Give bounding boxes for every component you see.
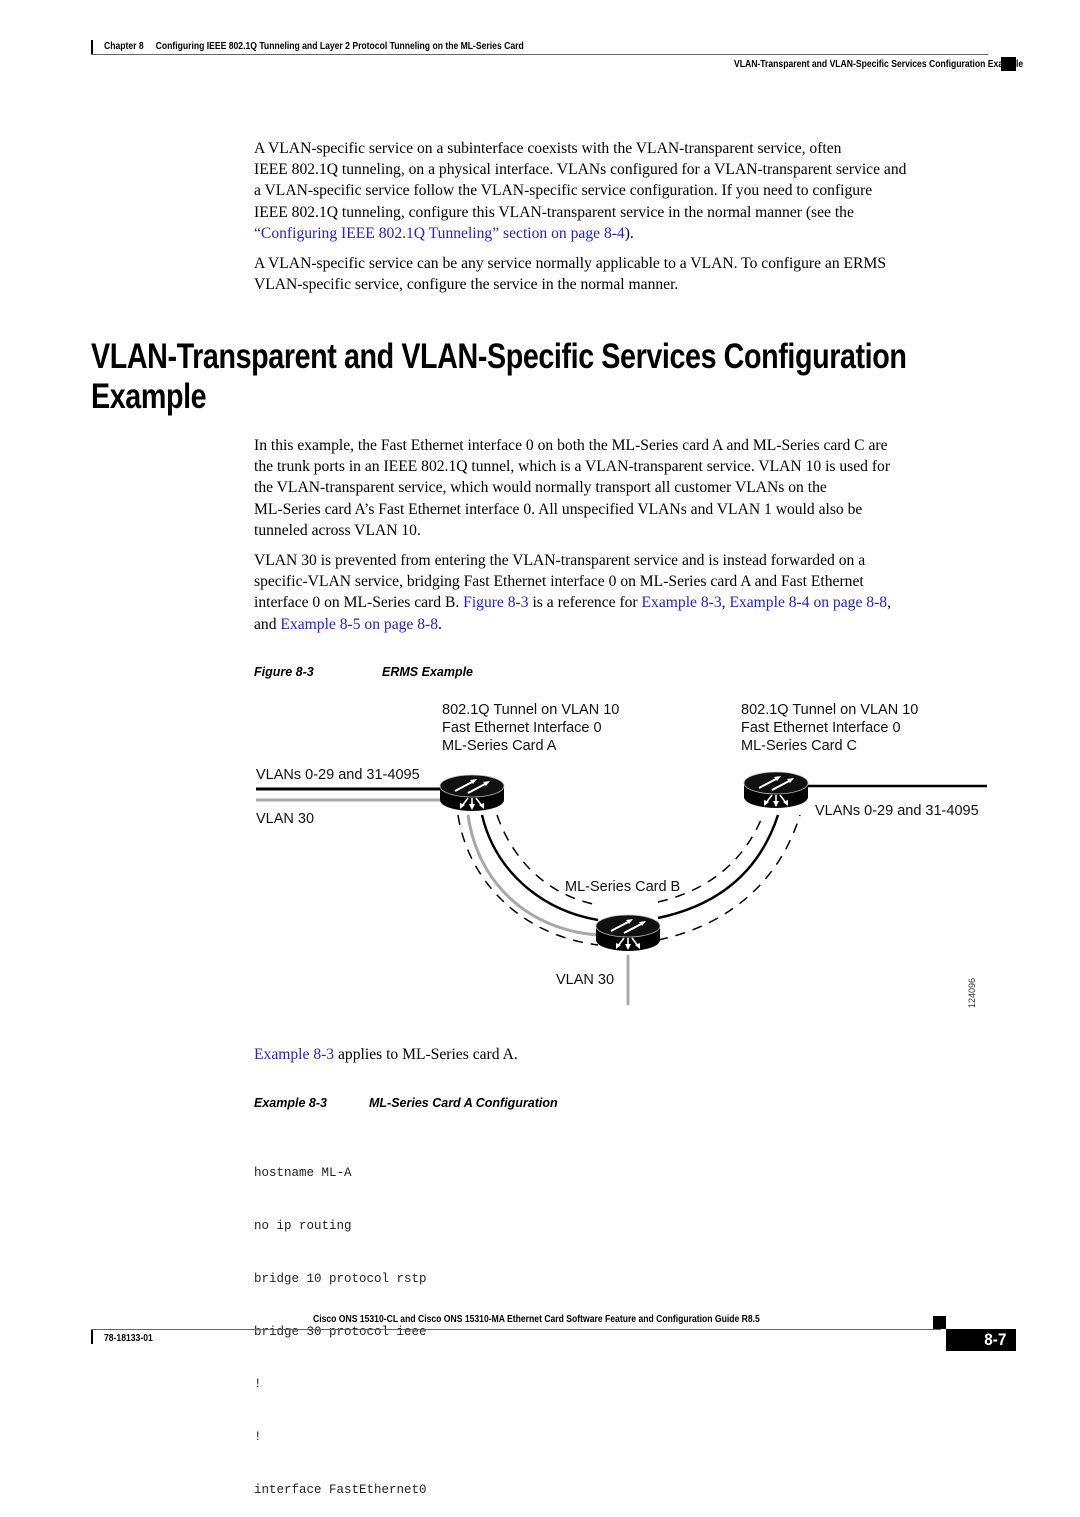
vlan10-tunnel-path-b-c bbox=[657, 814, 780, 920]
link-example-8-3-applies[interactable]: Example 8-3 bbox=[254, 1046, 334, 1063]
vlan10-tunnel-path bbox=[480, 814, 599, 922]
example-title: ML-Series Card A Configuration bbox=[369, 1096, 558, 1110]
code-line: bridge 30 protocol ieee bbox=[254, 1324, 427, 1339]
footer-guide-title: Cisco ONS 15310-CL and Cisco ONS 15310-M… bbox=[313, 1314, 760, 1325]
router-icon bbox=[595, 914, 661, 952]
code-line: no ip routing bbox=[254, 1218, 352, 1233]
code-line: ! bbox=[254, 1430, 262, 1445]
code-line: hostname ML-A bbox=[254, 1166, 352, 1181]
erms-diagram bbox=[256, 771, 987, 1005]
router-icon bbox=[439, 774, 505, 812]
code-line: interface FastEthernet0 bbox=[254, 1482, 427, 1497]
example-number: Example 8-3 bbox=[254, 1096, 327, 1110]
text-fragment: applies to ML-Series card A. bbox=[334, 1046, 518, 1063]
footer-page-number-box: 8-7 bbox=[946, 1329, 1016, 1351]
tunnel-boundary-outer-a bbox=[457, 814, 599, 946]
footer-rule bbox=[91, 1329, 941, 1330]
router-icon bbox=[743, 771, 809, 809]
after-figure-paragraph: Example 8-3 applies to ML-Series card A. bbox=[254, 1044, 518, 1065]
footer-doc-number: 78-18133-01 bbox=[104, 1333, 153, 1344]
tunnel-boundary-outer-c bbox=[657, 814, 801, 941]
footer-page-number: 8-7 bbox=[984, 1330, 1007, 1349]
footer-left-bar bbox=[91, 1330, 93, 1344]
tunnel-boundary-inner-a bbox=[496, 814, 599, 906]
tunnel-boundary-inner-c bbox=[657, 814, 764, 903]
code-line: ! bbox=[254, 1377, 262, 1392]
code-line: bridge 10 protocol rstp bbox=[254, 1271, 427, 1286]
footer-marker-block bbox=[933, 1316, 946, 1329]
